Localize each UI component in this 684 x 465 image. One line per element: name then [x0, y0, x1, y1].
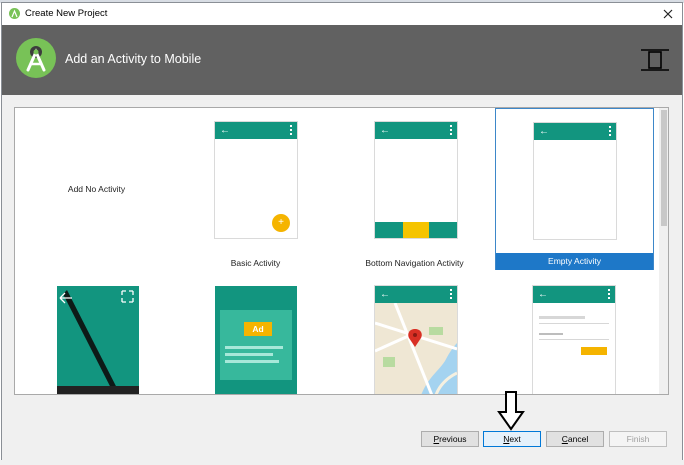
- app-bar: ←: [375, 286, 457, 303]
- back-arrow-icon: ←: [380, 125, 390, 136]
- bottom-navigation-bar: [375, 222, 457, 238]
- gallery-scrollbar[interactable]: [659, 108, 668, 394]
- title-bar: Create New Project: [2, 3, 682, 25]
- activity-gallery: Add No Activity ← + Basic Activity ← Bot…: [14, 107, 669, 395]
- phone-form-factor-icon: [641, 49, 669, 71]
- android-studio-icon: [16, 38, 56, 78]
- overflow-menu-icon: [450, 289, 452, 299]
- ad-banner: Ad: [220, 310, 292, 380]
- back-arrow-icon: ←: [380, 289, 390, 300]
- app-bar: ←: [533, 286, 615, 303]
- activity-tile-empty[interactable]: ← Empty Activity: [495, 108, 654, 270]
- activity-tile-google-maps[interactable]: ←: [335, 284, 494, 394]
- activity-label-selected: Empty Activity: [496, 253, 653, 270]
- previous-button[interactable]: Previous: [421, 431, 479, 447]
- overflow-menu-icon: [608, 289, 610, 299]
- page-title: Add an Activity to Mobile: [65, 52, 202, 66]
- app-bar: ←: [215, 122, 297, 139]
- phone-preview: ←: [533, 286, 615, 394]
- phone-preview: [57, 286, 139, 394]
- password-field-preview: [539, 333, 563, 335]
- sign-in-button-preview: [581, 347, 607, 355]
- background-status-strip: [0, 460, 684, 465]
- phone-preview: ←: [375, 286, 457, 394]
- back-arrow-icon: ←: [220, 125, 230, 136]
- activity-tile-admob-ads[interactable]: Ad: [176, 284, 335, 394]
- activity-tile-bottom-navigation[interactable]: ← Bottom Navigation Activity: [335, 108, 494, 270]
- scrollbar-thumb[interactable]: [661, 110, 667, 226]
- create-new-project-dialog: Create New Project Add an Activity to Mo…: [1, 2, 683, 461]
- phone-preview: ←: [375, 122, 457, 238]
- app-bar: ←: [375, 122, 457, 139]
- map-graphic: [375, 303, 457, 394]
- app-bar: ←: [534, 123, 616, 140]
- overflow-menu-icon: [290, 125, 292, 135]
- activity-tile-basic[interactable]: ← + Basic Activity: [176, 108, 335, 270]
- activity-label: Basic Activity: [230, 258, 281, 268]
- next-button[interactable]: Next: [483, 431, 541, 447]
- cancel-button[interactable]: Cancel: [546, 431, 604, 447]
- activity-tile-fullscreen[interactable]: [17, 284, 176, 394]
- email-field-preview: [539, 316, 585, 319]
- fullscreen-preview-graphic: [57, 290, 139, 394]
- fullscreen-icon: [121, 290, 134, 303]
- activity-tile-no-activity[interactable]: Add No Activity: [17, 108, 176, 270]
- activity-tile-login[interactable]: ←: [495, 284, 654, 394]
- phone-preview: Ad: [215, 286, 297, 394]
- phone-preview: ← +: [215, 122, 297, 238]
- back-arrow-icon: ←: [538, 289, 548, 300]
- fab-add-icon: +: [272, 214, 290, 232]
- phone-preview: ←: [534, 123, 616, 239]
- dialog-button-bar: [2, 399, 682, 461]
- window-title: Create New Project: [25, 8, 108, 19]
- close-icon[interactable]: [659, 5, 677, 23]
- down-arrow-annotation: [497, 391, 525, 431]
- overflow-menu-icon: [450, 125, 452, 135]
- finish-button: Finish: [609, 431, 667, 447]
- ad-badge: Ad: [244, 322, 272, 336]
- activity-label: Add No Activity: [67, 184, 126, 194]
- back-arrow-icon: ←: [539, 126, 549, 137]
- overflow-menu-icon: [609, 126, 611, 136]
- activity-label: Bottom Navigation Activity: [365, 258, 464, 268]
- wizard-header: Add an Activity to Mobile: [2, 25, 682, 95]
- android-studio-icon: [9, 8, 20, 19]
